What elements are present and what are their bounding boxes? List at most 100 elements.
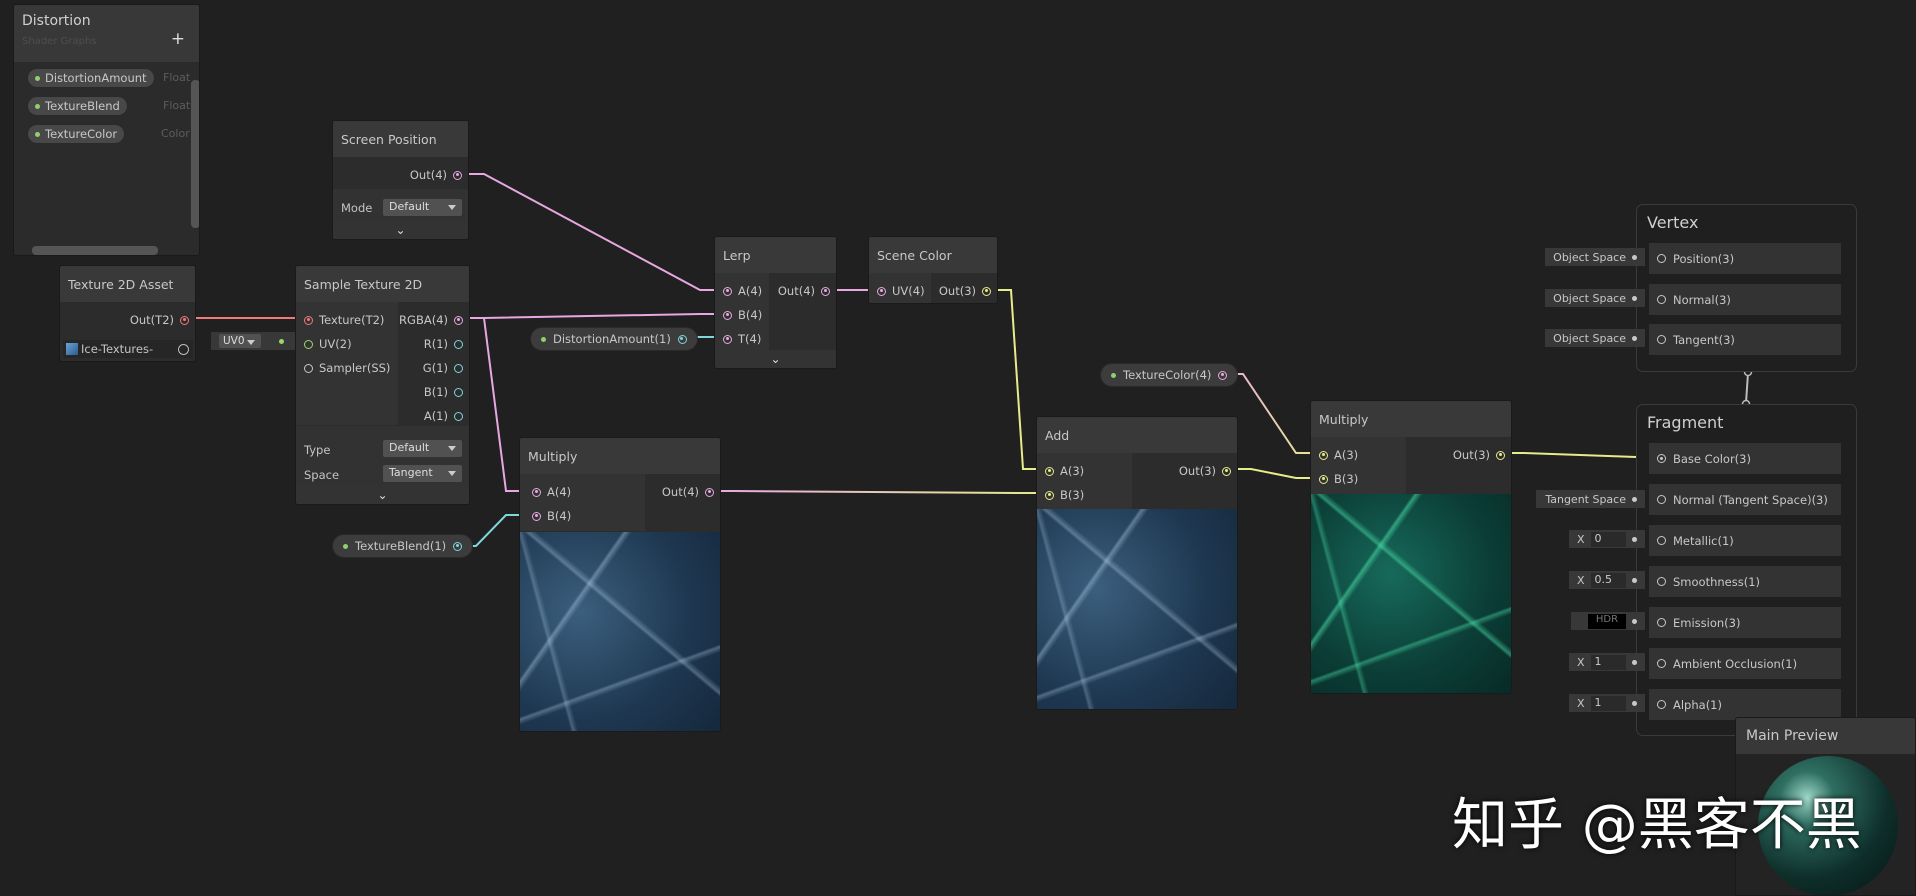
- block-tangent[interactable]: Tangent(3): [1649, 324, 1841, 355]
- mode-label: Mode: [341, 201, 373, 215]
- emission-input[interactable]: HDR: [1571, 612, 1645, 630]
- input-port-b[interactable]: B(3): [1045, 488, 1084, 502]
- expand-chevron-icon[interactable]: ⌄: [296, 486, 469, 504]
- output-port-a[interactable]: A(1): [424, 409, 463, 423]
- port-icon[interactable]: [677, 334, 687, 344]
- type-dropdown[interactable]: Default: [383, 440, 462, 457]
- x-label: X: [1577, 532, 1585, 546]
- node-multiply-1[interactable]: Multiply A(4) B(4) Out(4): [519, 437, 721, 732]
- alpha-input[interactable]: X1: [1569, 694, 1645, 712]
- port-label: Sampler(SS): [319, 361, 391, 375]
- node-lerp[interactable]: Lerp A(4) B(4) T(4) Out(4) ⌄: [714, 236, 837, 369]
- input-port-b[interactable]: B(3): [1319, 472, 1358, 486]
- output-port[interactable]: Out(4): [410, 168, 462, 182]
- mode-dropdown[interactable]: Default: [383, 199, 462, 216]
- position-space-input[interactable]: Object Space: [1545, 248, 1645, 266]
- output-port-g[interactable]: G(1): [423, 361, 463, 375]
- block-base-color[interactable]: Base Color(3): [1649, 443, 1841, 474]
- normal-space-input[interactable]: Object Space: [1545, 289, 1645, 307]
- port-icon[interactable]: [1218, 370, 1228, 380]
- input-port-a[interactable]: A(3): [1045, 464, 1084, 478]
- output-port[interactable]: Out(3): [939, 284, 991, 298]
- object-picker-icon[interactable]: [178, 343, 189, 355]
- vertical-scrollbar[interactable]: [191, 80, 199, 228]
- property-name: TextureBlend: [45, 99, 120, 113]
- output-port-b[interactable]: B(1): [424, 385, 463, 399]
- node-screen-position[interactable]: Screen Position Out(4) Mode Default ⌄: [332, 120, 469, 240]
- block-label: Metallic(1): [1673, 533, 1734, 548]
- space-dropdown[interactable]: Tangent: [383, 465, 462, 482]
- block-alpha[interactable]: Alpha(1): [1649, 689, 1841, 720]
- metallic-value-field[interactable]: 0: [1590, 531, 1627, 547]
- block-position[interactable]: Position(3): [1649, 243, 1841, 274]
- port-icon[interactable]: [453, 170, 462, 180]
- node-scene-color[interactable]: Scene Color UV(4) Out(3): [868, 236, 998, 304]
- input-port-uv[interactable]: UV(4): [877, 284, 925, 298]
- texture-name: Ice-Textures-: [81, 342, 154, 356]
- input-label: Object Space: [1553, 331, 1626, 345]
- property-texturecolor[interactable]: TextureColor: [27, 124, 126, 144]
- port-label: Texture(T2): [319, 313, 385, 327]
- block-label: Base Color(3): [1673, 451, 1751, 466]
- port-label: B(4): [738, 308, 763, 322]
- output-port[interactable]: Out(4): [662, 485, 714, 499]
- vertex-context[interactable]: Vertex Position(3) Normal(3) Tangent(3): [1636, 204, 1857, 372]
- node-texture-2d-asset[interactable]: Texture 2D Asset Out(T2) Ice-Textures-: [59, 265, 196, 362]
- expand-chevron-icon[interactable]: ⌄: [333, 221, 468, 239]
- node-sample-texture-2d[interactable]: Sample Texture 2D Texture(T2) UV(2) Samp…: [295, 265, 470, 505]
- port-label: A(3): [1334, 448, 1359, 462]
- fragment-context[interactable]: Fragment Base Color(3) Normal (Tangent S…: [1636, 404, 1857, 736]
- ambient-occlusion-input[interactable]: X1: [1569, 653, 1645, 671]
- node-title: Multiply: [520, 438, 720, 474]
- input-port-a[interactable]: A(4): [723, 284, 762, 298]
- add-property-button[interactable]: +: [171, 29, 185, 49]
- uv-channel-input[interactable]: UV0: [211, 332, 295, 350]
- input-port-b[interactable]: B(4): [723, 308, 762, 322]
- alpha-value-field[interactable]: 1: [1590, 695, 1627, 711]
- property-type: Float: [163, 71, 191, 84]
- input-port-t[interactable]: T(4): [723, 332, 761, 346]
- output-port-r[interactable]: R(1): [424, 337, 463, 351]
- input-port-a[interactable]: A(4): [532, 485, 571, 499]
- metallic-input[interactable]: X0: [1569, 530, 1645, 548]
- input-port-b[interactable]: B(4): [532, 509, 571, 523]
- emission-color-field[interactable]: HDR: [1588, 613, 1626, 629]
- smoothness-value-field[interactable]: 0.5: [1590, 572, 1627, 588]
- uv-channel-dropdown[interactable]: UV0: [219, 334, 261, 348]
- block-normal-tangent[interactable]: Normal (Tangent Space)(3): [1649, 484, 1841, 515]
- block-metallic[interactable]: Metallic(1): [1649, 525, 1841, 556]
- output-port[interactable]: Out(3): [1453, 448, 1505, 462]
- output-port-rgba[interactable]: RGBA(4): [399, 313, 463, 327]
- block-normal[interactable]: Normal(3): [1649, 284, 1841, 315]
- property-node-texture-color[interactable]: TextureColor(4): [1100, 363, 1239, 387]
- smoothness-input[interactable]: X 0.5: [1569, 571, 1645, 589]
- node-add[interactable]: Add A(3) B(3) Out(3): [1036, 416, 1238, 710]
- block-ambient-occlusion[interactable]: Ambient Occlusion(1): [1649, 648, 1841, 679]
- port-label: A(3): [1060, 464, 1085, 478]
- property-distortionamount[interactable]: DistortionAmount: [27, 68, 155, 88]
- property-node-distortion-amount[interactable]: DistortionAmount(1): [530, 327, 698, 351]
- ao-value-field[interactable]: 1: [1590, 654, 1627, 670]
- input-port-uv[interactable]: UV(2): [304, 337, 352, 351]
- input-port-a[interactable]: A(3): [1319, 448, 1358, 462]
- input-port-sampler[interactable]: Sampler(SS): [304, 361, 390, 375]
- output-port[interactable]: Out(3): [1179, 464, 1231, 478]
- x-label: X: [1577, 573, 1585, 587]
- fragment-title: Fragment: [1647, 413, 1724, 432]
- horizontal-scrollbar[interactable]: [32, 246, 158, 255]
- block-smoothness[interactable]: Smoothness(1): [1649, 566, 1841, 597]
- tangent-space-input[interactable]: Object Space: [1545, 329, 1645, 347]
- port-icon[interactable]: [180, 315, 189, 325]
- input-port-texture[interactable]: Texture(T2): [304, 313, 384, 327]
- node-title: Add: [1037, 417, 1237, 453]
- port-icon[interactable]: [453, 541, 463, 551]
- normal-space-input[interactable]: Tangent Space: [1536, 490, 1645, 508]
- node-multiply-2[interactable]: Multiply A(3) B(3) Out(3): [1310, 400, 1512, 694]
- property-textureblend[interactable]: TextureBlend: [27, 96, 128, 116]
- property-node-texture-blend[interactable]: TextureBlend(1): [332, 534, 474, 558]
- block-emission[interactable]: Emission(3): [1649, 607, 1841, 638]
- output-port[interactable]: Out(4): [778, 284, 830, 298]
- expand-chevron-icon[interactable]: ⌄: [715, 350, 836, 368]
- output-port[interactable]: Out(T2): [130, 313, 189, 327]
- texture-object-field[interactable]: Ice-Textures-: [63, 340, 193, 358]
